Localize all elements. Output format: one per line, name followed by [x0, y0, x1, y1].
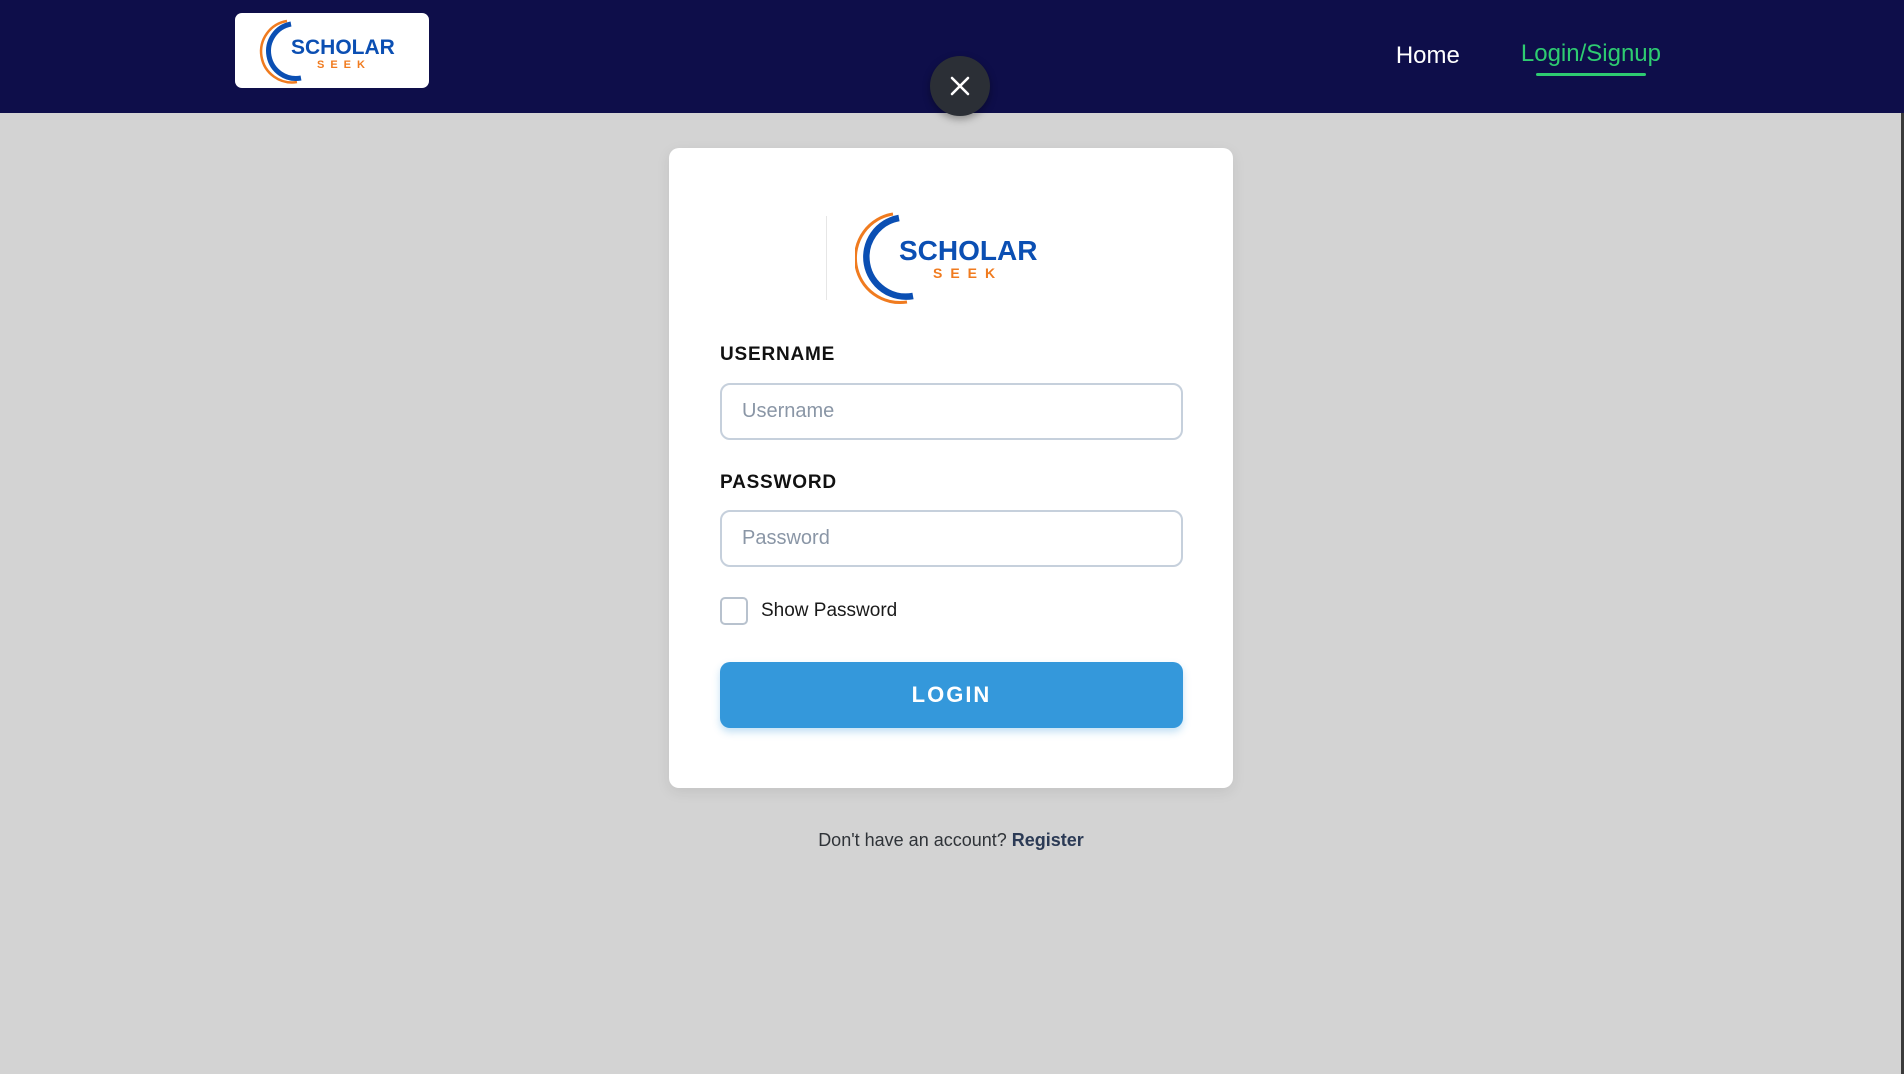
- login-button[interactable]: LOGIN: [720, 662, 1183, 728]
- login-modal: SCHOLAR SEEK USERNAME PASSWORD Show Pass…: [669, 148, 1233, 788]
- password-label: PASSWORD: [720, 472, 837, 493]
- show-password-row[interactable]: Show Password: [720, 597, 897, 625]
- username-input[interactable]: [720, 383, 1183, 440]
- close-icon: [950, 76, 970, 96]
- nav-logo[interactable]: SCHOLAR SEEK: [235, 13, 429, 88]
- nav-home-link[interactable]: Home: [1396, 42, 1460, 70]
- password-input[interactable]: [720, 510, 1183, 567]
- register-prompt: Don't have an account? Register: [669, 830, 1233, 851]
- svg-text:SEEK: SEEK: [933, 265, 1003, 281]
- scholar-seek-logo-icon: SCHOLAR SEEK: [855, 212, 1037, 305]
- show-password-checkbox[interactable]: [720, 597, 748, 625]
- nav-links: Home Login/Signup: [1396, 40, 1661, 76]
- svg-text:SEEK: SEEK: [317, 59, 371, 71]
- username-label: USERNAME: [720, 344, 836, 365]
- modal-logo: SCHOLAR SEEK: [826, 208, 1056, 308]
- register-prompt-text: Don't have an account?: [818, 830, 1007, 850]
- scholar-seek-logo-icon: SCHOLAR SEEK: [259, 19, 395, 84]
- close-modal-button[interactable]: [930, 56, 990, 116]
- register-link[interactable]: Register: [1012, 830, 1084, 850]
- show-password-label[interactable]: Show Password: [761, 600, 897, 622]
- logo-divider: [826, 216, 827, 300]
- nav-login-signup-link[interactable]: Login/Signup: [1521, 40, 1661, 76]
- svg-text:SCHOLAR: SCHOLAR: [899, 235, 1037, 266]
- svg-text:SCHOLAR: SCHOLAR: [291, 36, 395, 59]
